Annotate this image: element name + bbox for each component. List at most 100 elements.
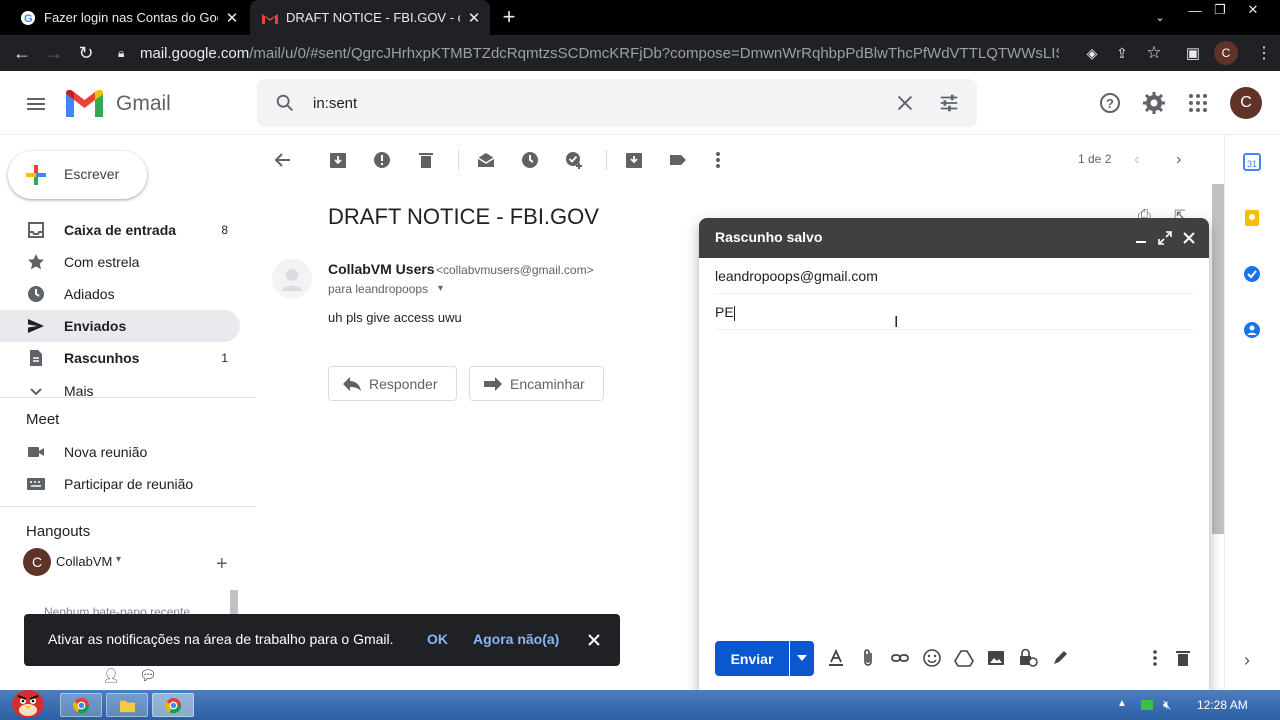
drive-icon[interactable]: [954, 648, 974, 668]
forward-arrow-icon[interactable]: →: [42, 41, 66, 65]
label-icon[interactable]: [668, 150, 688, 170]
forward-button[interactable]: Encaminhar: [469, 366, 604, 401]
link-icon[interactable]: [890, 648, 910, 668]
back-arrow-icon[interactable]: ←: [10, 41, 34, 65]
contacts-icon[interactable]: [1243, 321, 1261, 339]
share-icon[interactable]: ⇪: [1110, 41, 1134, 65]
recipient-field[interactable]: leandropoops@gmail.com: [715, 268, 878, 284]
search-options-icon[interactable]: [938, 92, 960, 114]
main-scrollbar[interactable]: [1212, 184, 1224, 534]
address-bar[interactable]: 🔒︎ mail.google.com /mail/u/0/#sent/QgrcJ…: [110, 39, 1178, 67]
confidential-mode-icon[interactable]: [1018, 648, 1038, 668]
help-icon[interactable]: ?: [1098, 91, 1122, 115]
menu-icon[interactable]: [24, 92, 48, 116]
report-spam-icon[interactable]: [372, 150, 392, 170]
more-vert-icon[interactable]: [708, 150, 728, 170]
move-to-icon[interactable]: [624, 150, 644, 170]
hangouts-avatar[interactable]: C: [23, 548, 51, 576]
start-button-bird-icon[interactable]: [6, 684, 50, 720]
archive-icon[interactable]: [328, 150, 348, 170]
add-icon[interactable]: +: [216, 553, 228, 576]
browser-tab-active[interactable]: DRAFT NOTICE - FBI.GOV - coll ✕: [250, 0, 490, 35]
tab-title: DRAFT NOTICE - FBI.GOV - coll: [286, 10, 460, 25]
reload-icon[interactable]: ↻: [74, 41, 98, 65]
subject-field[interactable]: PE: [715, 304, 735, 321]
more-options-icon[interactable]: [1145, 648, 1165, 668]
calendar-icon[interactable]: 31: [1243, 153, 1261, 171]
search-input[interactable]: in:sent: [313, 95, 357, 112]
discard-draft-icon[interactable]: [1173, 648, 1193, 668]
sidebar-item-drafts[interactable]: Rascunhos 1: [0, 342, 240, 374]
emoji-icon[interactable]: [922, 648, 942, 668]
sidebar-item-sent[interactable]: Enviados: [0, 310, 240, 342]
insert-photo-icon[interactable]: [986, 648, 1006, 668]
back-arrow-icon[interactable]: [273, 150, 293, 170]
close-icon[interactable]: ✕: [466, 10, 482, 27]
fullscreen-icon[interactable]: [1157, 230, 1173, 246]
snackbar-not-now-button[interactable]: Agora não(a): [473, 631, 559, 647]
signature-pen-icon[interactable]: [1050, 648, 1070, 668]
sidebar-item-join-meeting[interactable]: Participar de reunião: [0, 468, 240, 500]
volume-muted-icon[interactable]: 🔇︎: [1163, 697, 1171, 713]
folder-icon: [119, 700, 136, 713]
taskbar-explorer-button[interactable]: [106, 693, 148, 717]
expand-panel-icon[interactable]: ›: [1244, 650, 1250, 671]
sidebar-item-new-meeting[interactable]: Nova reunião: [0, 436, 240, 468]
more-vert-icon[interactable]: ⋮: [1252, 41, 1276, 65]
gmail-logo-icon[interactable]: [66, 90, 103, 117]
network-icon[interactable]: [1141, 700, 1153, 710]
snooze-clock-icon[interactable]: [520, 150, 540, 170]
taskbar-chrome-button[interactable]: [60, 693, 102, 717]
browser-tab[interactable]: G Fazer login nas Contas do Goo ✕: [8, 0, 248, 35]
send-button[interactable]: Enviar: [715, 641, 789, 676]
new-tab-button[interactable]: +: [498, 4, 520, 29]
chevron-right-icon[interactable]: ›: [1176, 151, 1181, 169]
search-icon[interactable]: [274, 92, 296, 114]
reply-button[interactable]: Responder: [328, 366, 457, 401]
attach-icon[interactable]: [858, 648, 878, 668]
caret-down-icon[interactable]: ▾: [116, 554, 121, 565]
snackbar-ok-button[interactable]: OK: [427, 631, 448, 647]
chevron-left-icon[interactable]: ‹: [1134, 151, 1139, 169]
browser-profile-avatar[interactable]: C: [1214, 41, 1238, 65]
sidebar-item-snoozed[interactable]: Adiados: [0, 278, 240, 310]
plus-icon: [26, 165, 46, 185]
bookmark-star-icon[interactable]: ☆: [1142, 41, 1166, 65]
close-icon[interactable]: ✕: [224, 10, 240, 27]
tab-search-icon[interactable]: ⌄: [1145, 7, 1175, 27]
svg-text:?: ?: [1106, 96, 1114, 111]
chat-bubble-icon[interactable]: 💬︎: [139, 667, 157, 684]
restore-icon[interactable]: ❐: [1205, 0, 1235, 20]
recipient-line: para leandropoops: [328, 282, 429, 296]
apps-grid-icon[interactable]: [1186, 91, 1210, 115]
delete-icon[interactable]: [416, 150, 436, 170]
close-icon[interactable]: [585, 631, 603, 649]
caret-down-icon[interactable]: ▾: [438, 283, 443, 294]
keep-icon[interactable]: [1243, 209, 1261, 227]
person-icon[interactable]: 👤︎: [102, 667, 120, 684]
chevron-down-icon: [30, 388, 42, 396]
add-task-icon[interactable]: [564, 150, 584, 170]
close-icon[interactable]: [1181, 230, 1197, 246]
tasks-icon[interactable]: [1243, 265, 1261, 283]
settings-gear-icon[interactable]: [1142, 91, 1166, 115]
mark-unread-icon[interactable]: [476, 150, 496, 170]
minimize-icon[interactable]: [1133, 230, 1149, 246]
sidebar-item-inbox[interactable]: Caixa de entrada 8: [0, 214, 240, 246]
tray-expand-icon[interactable]: ▲: [1117, 698, 1127, 709]
sidebar-toggle-icon[interactable]: ▣: [1181, 41, 1205, 65]
eye-icon[interactable]: ◈: [1080, 41, 1104, 65]
search-bar[interactable]: [257, 79, 977, 127]
window-close-icon[interactable]: ✕: [1238, 0, 1268, 20]
taskbar-chrome-active-button[interactable]: [152, 693, 194, 717]
account-avatar[interactable]: C: [1230, 87, 1262, 119]
hangouts-user[interactable]: CollabVM: [56, 554, 112, 569]
compose-body[interactable]: [715, 340, 1193, 630]
sidebar-item-starred[interactable]: Com estrela: [0, 246, 240, 278]
text-cursor: [733, 305, 735, 321]
caret-down-icon: [797, 655, 807, 661]
schedule-send-button[interactable]: [790, 641, 814, 676]
clear-search-icon[interactable]: [894, 92, 916, 114]
sidebar-item-more[interactable]: Mais: [0, 375, 240, 407]
text-format-icon[interactable]: [826, 648, 846, 668]
